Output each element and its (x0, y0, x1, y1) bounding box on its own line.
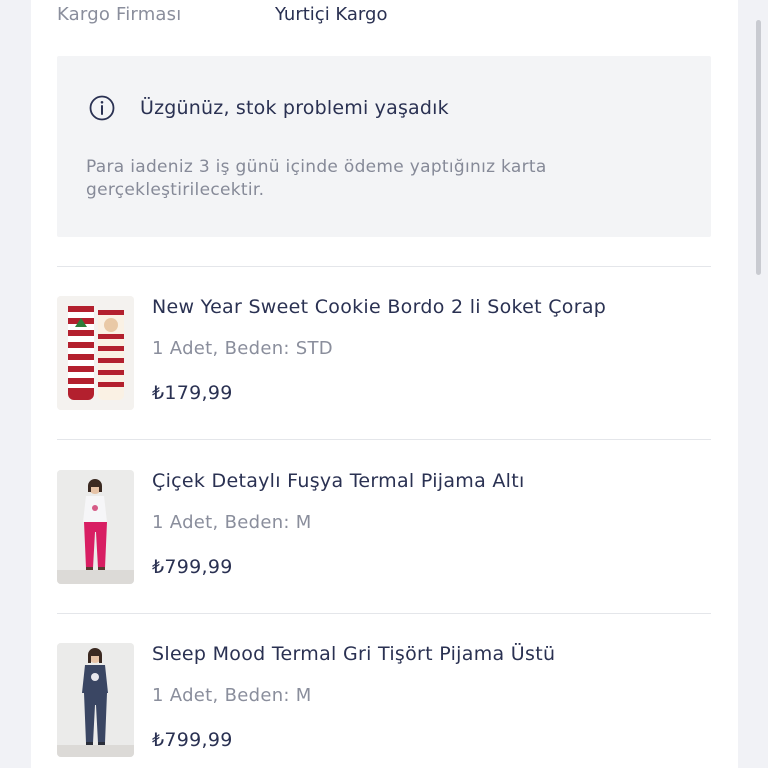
product-price: ₺179,99 (152, 382, 233, 404)
product-item[interactable]: Çiçek Detaylı Fuşya Termal Pijama Altı 1… (57, 470, 711, 610)
notice-text: Para iadeniz 3 iş günü içinde ödeme yapt… (86, 157, 547, 200)
divider (57, 439, 711, 440)
stock-problem-notice: Üzgünüz, stok problemi yaşadık Para iade… (57, 56, 711, 237)
scrollbar-thumb[interactable] (756, 20, 761, 275)
cargo-row: Kargo Firması Yurtiçi Kargo (57, 4, 707, 28)
notice-title: Üzgünüz, stok problemi yaşadık (140, 97, 449, 119)
product-price: ₺799,99 (152, 729, 233, 751)
navy-pajama-thumbnail[interactable] (57, 643, 134, 757)
divider (57, 613, 711, 614)
product-meta: 1 Adet, Beden: STD (152, 338, 333, 359)
order-detail-page: Kargo Firması Yurtiçi Kargo Üzgünüz, sto… (0, 0, 768, 768)
product-meta: 1 Adet, Beden: M (152, 512, 312, 533)
product-item[interactable]: Sleep Mood Termal Gri Tişört Pijama Üstü… (57, 643, 711, 768)
cargo-value: Yurtiçi Kargo (275, 4, 388, 25)
socks-thumbnail[interactable] (57, 296, 134, 410)
divider (57, 266, 711, 267)
pink-pajama-thumbnail[interactable] (57, 470, 134, 584)
product-name[interactable]: Sleep Mood Termal Gri Tişört Pijama Üstü (152, 643, 555, 665)
info-icon (89, 95, 115, 121)
product-name[interactable]: Çiçek Detaylı Fuşya Termal Pijama Altı (152, 470, 525, 492)
product-meta: 1 Adet, Beden: M (152, 685, 312, 706)
product-name[interactable]: New Year Sweet Cookie Bordo 2 li Soket Ç… (152, 296, 606, 318)
product-price: ₺799,99 (152, 556, 233, 578)
product-item[interactable]: New Year Sweet Cookie Bordo 2 li Soket Ç… (57, 296, 711, 436)
cargo-label: Kargo Firması (57, 4, 182, 25)
